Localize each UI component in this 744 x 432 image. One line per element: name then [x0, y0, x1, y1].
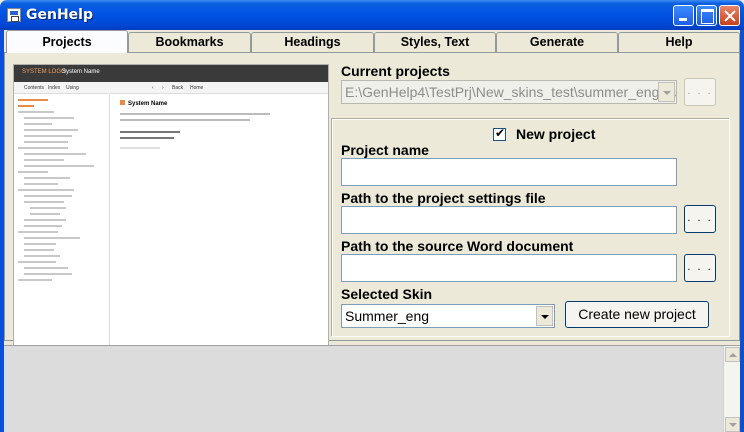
window-title: GenHelp — [26, 7, 93, 23]
skin-preview-image: SYSTEM LOGO System Name Contents Index U… — [13, 64, 329, 348]
tab-bookmarks[interactable]: Bookmarks — [128, 32, 251, 52]
tab-generate[interactable]: Generate — [496, 32, 618, 52]
title-bar[interactable]: GenHelp — [0, 0, 744, 30]
window-frame-right — [740, 30, 744, 432]
preview-tab-index: Index — [48, 85, 61, 91]
skin-select-value: Summer_eng — [345, 308, 430, 324]
current-projects-label: Current projects — [341, 63, 450, 79]
browse-current-project-button[interactable]: . . . — [684, 78, 716, 106]
scroll-down-icon[interactable] — [725, 417, 740, 432]
current-projects-value: E:\GenHelp4\TestPrj\New_skins_test\summe… — [345, 84, 677, 100]
tab-bar: Projects Bookmarks Headings Styles, Text… — [4, 30, 740, 53]
app-icon[interactable] — [7, 8, 21, 22]
current-projects-select[interactable]: E:\GenHelp4\TestPrj\New_skins_test\summe… — [341, 80, 677, 104]
browse-settings-button[interactable]: . . . — [684, 205, 716, 233]
tab-headings[interactable]: Headings — [251, 32, 374, 52]
chevron-down-icon[interactable] — [536, 306, 553, 326]
settings-path-label: Path to the project settings file — [341, 190, 546, 206]
close-icon[interactable] — [719, 5, 740, 26]
preview-content-title: System Name — [120, 100, 167, 107]
new-project-checkbox[interactable] — [493, 126, 506, 141]
scroll-up-icon[interactable] — [725, 347, 740, 362]
preview-tab-using: Using — [66, 85, 79, 91]
preview-tabs: Contents Index Using ‹ › Back Home — [14, 82, 328, 94]
preview-header: SYSTEM LOGO System Name — [14, 65, 328, 82]
source-path-label: Path to the source Word document — [341, 238, 574, 254]
preview-nav-prev: ‹ — [152, 85, 154, 91]
settings-path-input[interactable] — [341, 206, 677, 234]
preview-nav-back: Back — [172, 85, 184, 91]
projects-panel: SYSTEM LOGO System Name Contents Index U… — [4, 52, 740, 348]
tab-styles-text[interactable]: Styles, Text — [374, 32, 496, 52]
project-name-label: Project name — [341, 142, 429, 158]
create-new-project-button[interactable]: Create new project — [565, 301, 709, 328]
log-area[interactable] — [4, 345, 740, 432]
preview-nav-home: Home — [190, 85, 204, 91]
preview-system-name: System Name — [62, 69, 100, 75]
source-path-input[interactable] — [341, 254, 677, 282]
preview-tab-contents: Contents — [24, 85, 45, 91]
skin-select[interactable]: Summer_eng — [341, 304, 555, 328]
maximize-icon[interactable] — [696, 5, 717, 26]
chevron-down-icon[interactable] — [658, 82, 675, 102]
project-name-input[interactable] — [341, 158, 677, 186]
log-scrollbar[interactable] — [723, 346, 740, 432]
preview-sidebar — [14, 95, 110, 347]
preview-nav-next: › — [162, 85, 164, 91]
preview-logo: SYSTEM LOGO — [22, 69, 66, 75]
tab-help[interactable]: Help — [618, 32, 740, 52]
preview-content: System Name — [114, 95, 328, 347]
tab-projects[interactable]: Projects — [6, 30, 128, 53]
browse-source-button[interactable]: . . . — [684, 254, 716, 282]
new-project-label: New project — [516, 126, 596, 142]
minimize-icon[interactable] — [673, 5, 694, 26]
selected-skin-label: Selected Skin — [341, 286, 433, 302]
